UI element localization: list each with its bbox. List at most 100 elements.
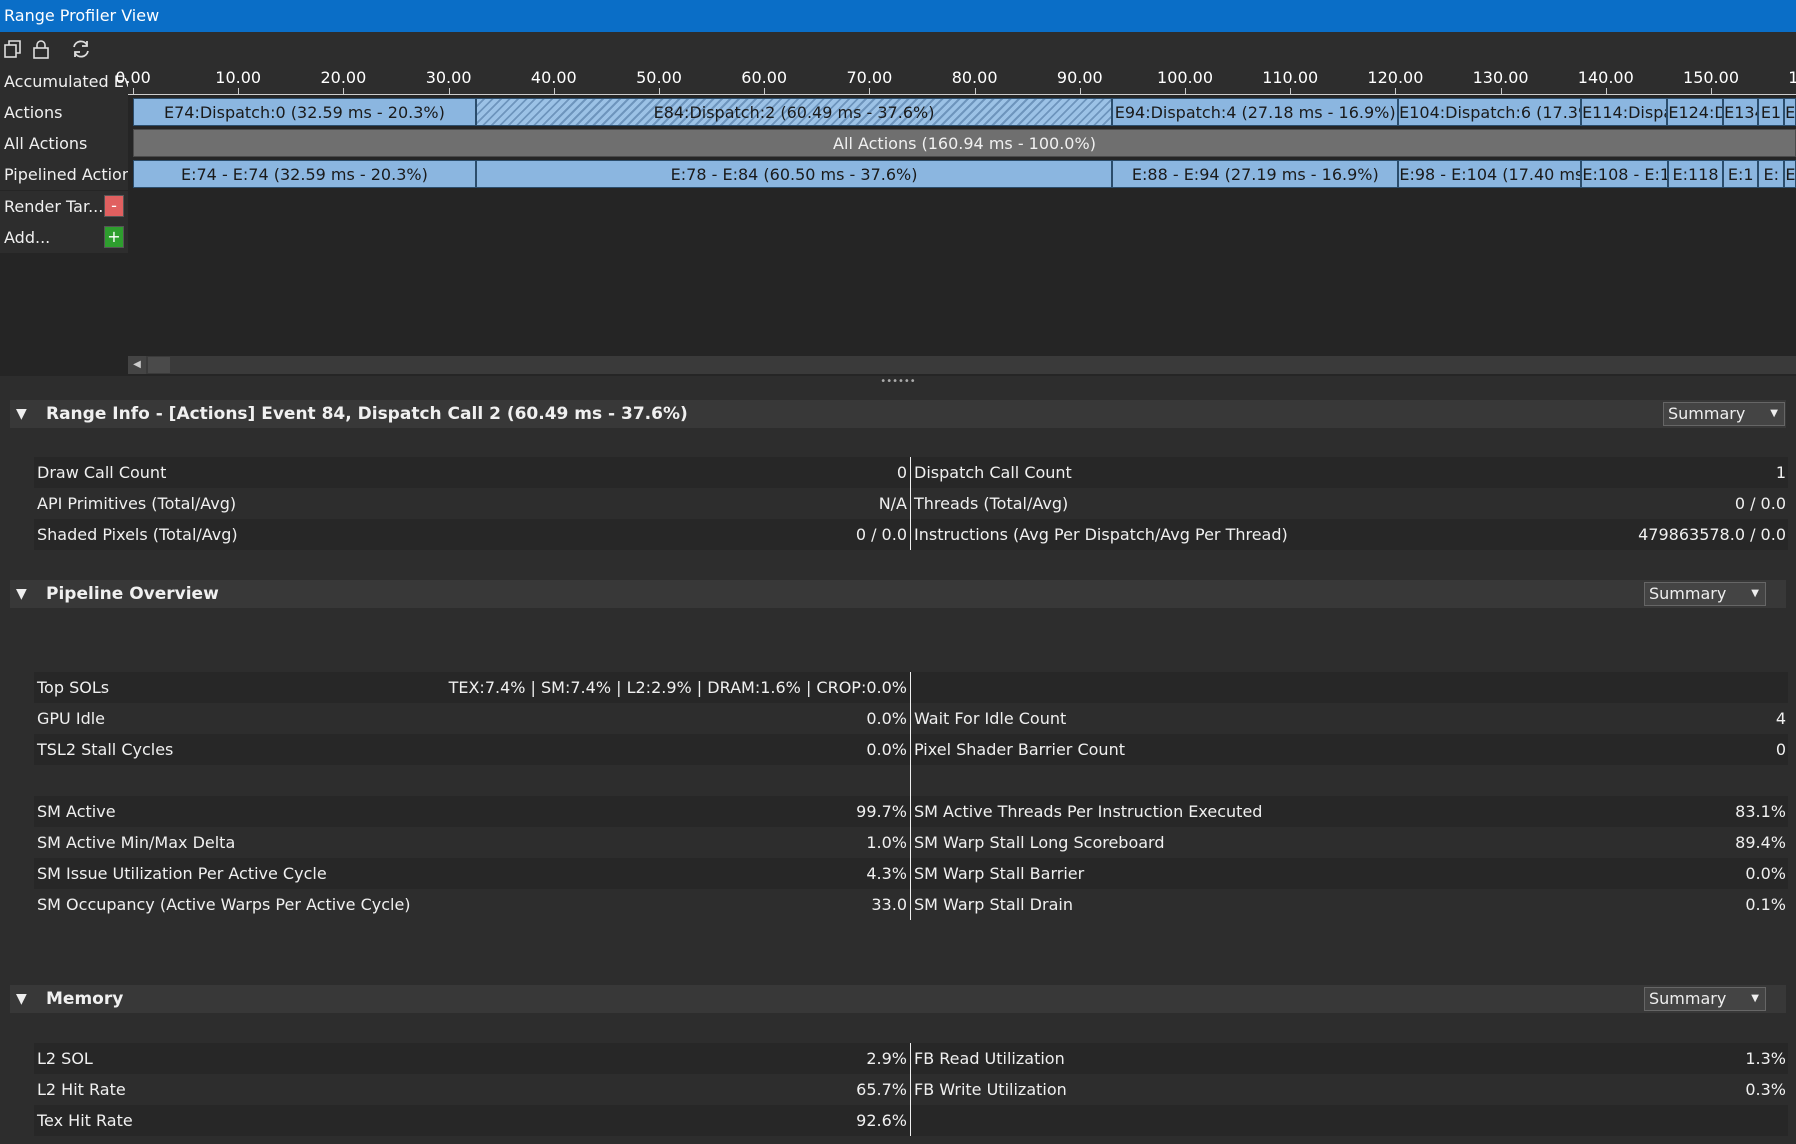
action-segment[interactable]: E114:Dispatch: [1581, 98, 1668, 126]
pipeline-view-select[interactable]: Summary ▼: [1644, 582, 1766, 606]
collapse-icon[interactable]: ▼: [16, 406, 27, 422]
remove-row-button[interactable]: -: [104, 195, 124, 217]
ruler-tick-label: 150.00: [1683, 68, 1739, 87]
pipelined-segment[interactable]: E:88 - E:94 (27.19 ms - 16.9%): [1112, 160, 1399, 188]
metric-value: 0.3%: [1745, 1080, 1786, 1099]
pipelined-segment[interactable]: E:: [1758, 160, 1785, 188]
action-segment[interactable]: E: [1784, 98, 1796, 126]
ruler-tick-label: 110.00: [1262, 68, 1319, 87]
metric-value: 65.7%: [856, 1080, 907, 1099]
metric-label: Wait For Idle Count: [914, 709, 1067, 728]
metric-value: 89.4%: [1735, 833, 1786, 852]
action-segment[interactable]: E134: [1723, 98, 1758, 126]
ruler-tick-mark: [1605, 88, 1607, 94]
metric-label: SM Active Min/Max Delta: [37, 833, 236, 852]
action-segment[interactable]: E1: [1757, 98, 1785, 126]
ruler-tick-label: 60.00: [741, 68, 788, 87]
metric-value: 92.6%: [856, 1111, 907, 1130]
timeline-scrollbar[interactable]: ◀: [128, 356, 1796, 374]
scroll-left-icon[interactable]: ◀: [128, 356, 146, 374]
metric-label: L2 SOL: [37, 1049, 93, 1068]
action-segment[interactable]: E124:Dispatch: [1667, 98, 1724, 126]
metric-label: SM Warp Stall Long Scoreboard: [914, 833, 1165, 852]
scrollbar-thumb[interactable]: [148, 357, 170, 373]
metric-value: 0 / 0.0: [855, 525, 907, 544]
ruler-tick-mark: [1500, 88, 1502, 94]
panel-splitter[interactable]: ••••••: [0, 376, 1796, 390]
ruler-tick-mark: [1185, 88, 1186, 94]
metric-label: Threads (Total/Avg): [914, 494, 1069, 513]
all-actions-track: All Actions (160.94 ms - 100.0%): [128, 129, 1796, 158]
metric-row: SM Active Min/Max Delta 1.0% SM Warp Stall…: [34, 827, 1788, 858]
metric-label: Top SOLs: [37, 678, 110, 697]
ruler-tick-label: 80.00: [951, 68, 998, 87]
pipelined-segment[interactable]: E:74 - E:74 (32.59 ms - 20.3%): [133, 160, 476, 188]
chevron-down-icon: ▼: [1751, 993, 1759, 1004]
ruler-tick-label: 10.00: [215, 68, 262, 87]
window-title: Range Profiler View: [4, 6, 160, 25]
collapse-icon[interactable]: ▼: [16, 586, 27, 602]
range-info-view-select[interactable]: Summary ▼: [1663, 402, 1785, 426]
pipelined-segment[interactable]: E:1: [1723, 160, 1759, 188]
metric-row: L2 Hit Rate 65.7% FB Write Utilization 0.3%: [34, 1074, 1788, 1105]
metric-value: 0.0%: [866, 709, 907, 728]
pipelined-segment[interactable]: E:118: [1667, 160, 1724, 188]
column-divider: [910, 672, 911, 920]
time-ruler[interactable]: 0.00 10.00 20.00 30.00 40.00 50.00 60.00 70.00 8…: [115, 66, 1796, 95]
metric-label: GPU Idle: [37, 709, 106, 728]
metric-row: L2 SOL 2.9% FB Read Utilization 1.3%: [34, 1043, 1788, 1074]
metric-row: [34, 765, 1788, 796]
all-actions-segment[interactable]: All Actions (160.94 ms - 100.0%): [133, 129, 1796, 157]
ruler-tick-mark: [1290, 88, 1292, 94]
metric-value: 2.9%: [866, 1049, 907, 1068]
metric-label: FB Write Utilization: [914, 1080, 1067, 1099]
ruler-tick-label: 90.00: [1056, 68, 1103, 87]
pipeline-overview-header[interactable]: ▼ Pipeline Overview Summary ▼: [10, 580, 1786, 608]
pipelined-segment[interactable]: E: [1784, 160, 1796, 188]
ruler-tick-mark: [1395, 88, 1397, 94]
pipelined-segment[interactable]: E:108 - E:114: [1581, 160, 1668, 188]
ruler-tick-label: 20.00: [320, 68, 367, 87]
metric-row: SM Issue Utilization Per Active Cycle 4.3…: [34, 858, 1788, 889]
action-segment[interactable]: E84:Dispatch:2 (60.49 ms - 37.6%): [475, 98, 1113, 126]
metric-label: Tex Hit Rate: [37, 1111, 133, 1130]
ruler-tick-mark: [764, 88, 766, 94]
column-divider: [910, 457, 911, 550]
metric-row: TSL2 Stall Cycles 0.0% Pixel Shader Barrie…: [34, 734, 1788, 765]
metric-label: SM Warp Stall Barrier: [914, 864, 1085, 883]
metric-value: 99.7%: [856, 802, 907, 821]
metric-value: TEX:7.4% | SM:7.4% | L2:2.9% | DRAM:1.6%…: [448, 678, 907, 697]
action-segment[interactable]: E104:Dispatch:6 (17.39: [1398, 98, 1582, 126]
pipeline-overview-title: Pipeline Overview: [46, 584, 219, 604]
chevron-down-icon: ▼: [1770, 408, 1778, 419]
metric-label: SM Active: [37, 802, 116, 821]
metric-row: Tex Hit Rate 92.6%: [34, 1105, 1788, 1136]
memory-header[interactable]: ▼ Memory Summary ▼: [10, 985, 1786, 1013]
ruler-tick-label: 70.00: [846, 68, 893, 87]
metric-value: 0.1%: [1745, 895, 1786, 914]
metric-row: SM Active 99.7% SM Active Threads Per Inst…: [34, 796, 1788, 827]
lock-icon[interactable]: [30, 38, 52, 60]
metric-label: SM Active Threads Per Instruction Execut…: [914, 802, 1263, 821]
metric-row: Draw Call Count 0 Dispatch Call Count 1: [34, 457, 1788, 488]
action-segment[interactable]: E74:Dispatch:0 (32.59 ms - 20.3%): [133, 98, 476, 126]
metric-label: L2 Hit Rate: [37, 1080, 126, 1099]
collapse-icon[interactable]: ▼: [16, 991, 27, 1007]
metric-value: 4: [1775, 709, 1786, 728]
add-row-button[interactable]: +: [104, 226, 124, 248]
memory-title: Memory: [46, 989, 124, 1009]
pipelined-segment[interactable]: E:78 - E:84 (60.50 ms - 37.6%): [475, 160, 1113, 188]
action-segment[interactable]: E94:Dispatch:4 (27.18 ms - 16.9%): [1112, 98, 1399, 126]
range-info-header[interactable]: ▼ Range Info - [Actions] Event 84, Dispa…: [10, 400, 1786, 428]
refresh-icon[interactable]: [70, 38, 92, 60]
memory-view-select[interactable]: Summary ▼: [1644, 987, 1766, 1011]
metric-row: SM Occupancy (Active Warps Per Active Cy…: [34, 889, 1788, 920]
ruler-tick-mark: [133, 88, 134, 94]
copy-icon[interactable]: [2, 38, 24, 60]
window-title-bar: Range Profiler View: [0, 0, 1796, 32]
ruler-tick-label: 120.00: [1367, 68, 1424, 87]
ruler-tick-label: 140.00: [1577, 68, 1634, 87]
pipelined-segment[interactable]: E:98 - E:104 (17.40 ms: [1398, 160, 1582, 188]
ruler-tick-mark: [1079, 88, 1081, 94]
metric-value: 1.3%: [1745, 1049, 1786, 1068]
